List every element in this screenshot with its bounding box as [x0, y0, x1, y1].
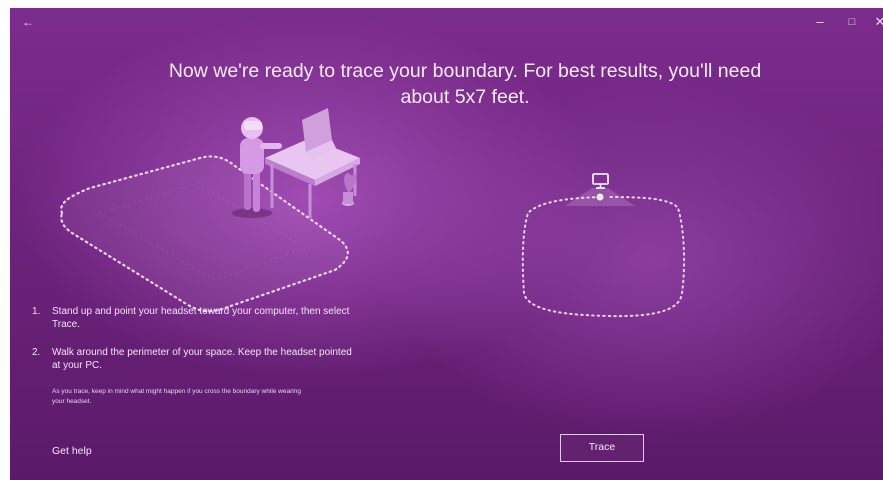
- instruction-list: 1. Stand up and point your headset towar…: [32, 305, 352, 407]
- get-help-link[interactable]: Get help: [52, 445, 92, 457]
- trace-button[interactable]: Trace: [560, 434, 644, 462]
- step-number: 1.: [32, 306, 41, 317]
- list-item: 1. Stand up and point your headset towar…: [32, 305, 352, 331]
- step-number: 2.: [32, 347, 41, 358]
- list-item: 2. Walk around the perimeter of your spa…: [32, 346, 352, 372]
- step-text: Stand up and point your headset toward y…: [52, 306, 350, 330]
- step-text: Walk around the perimeter of your space.…: [52, 347, 352, 371]
- boundary-illustration: [60, 108, 686, 318]
- right-boundary-outline: [521, 196, 686, 318]
- mixed-reality-setup-window: ← – □ ✕ Now we're ready to trace your bo…: [10, 8, 883, 480]
- screen: ← – □ ✕ Now we're ready to trace your bo…: [0, 0, 883, 480]
- boundary-note: As you trace, keep in mind what might ha…: [52, 388, 301, 405]
- monitor-icon: [592, 173, 609, 189]
